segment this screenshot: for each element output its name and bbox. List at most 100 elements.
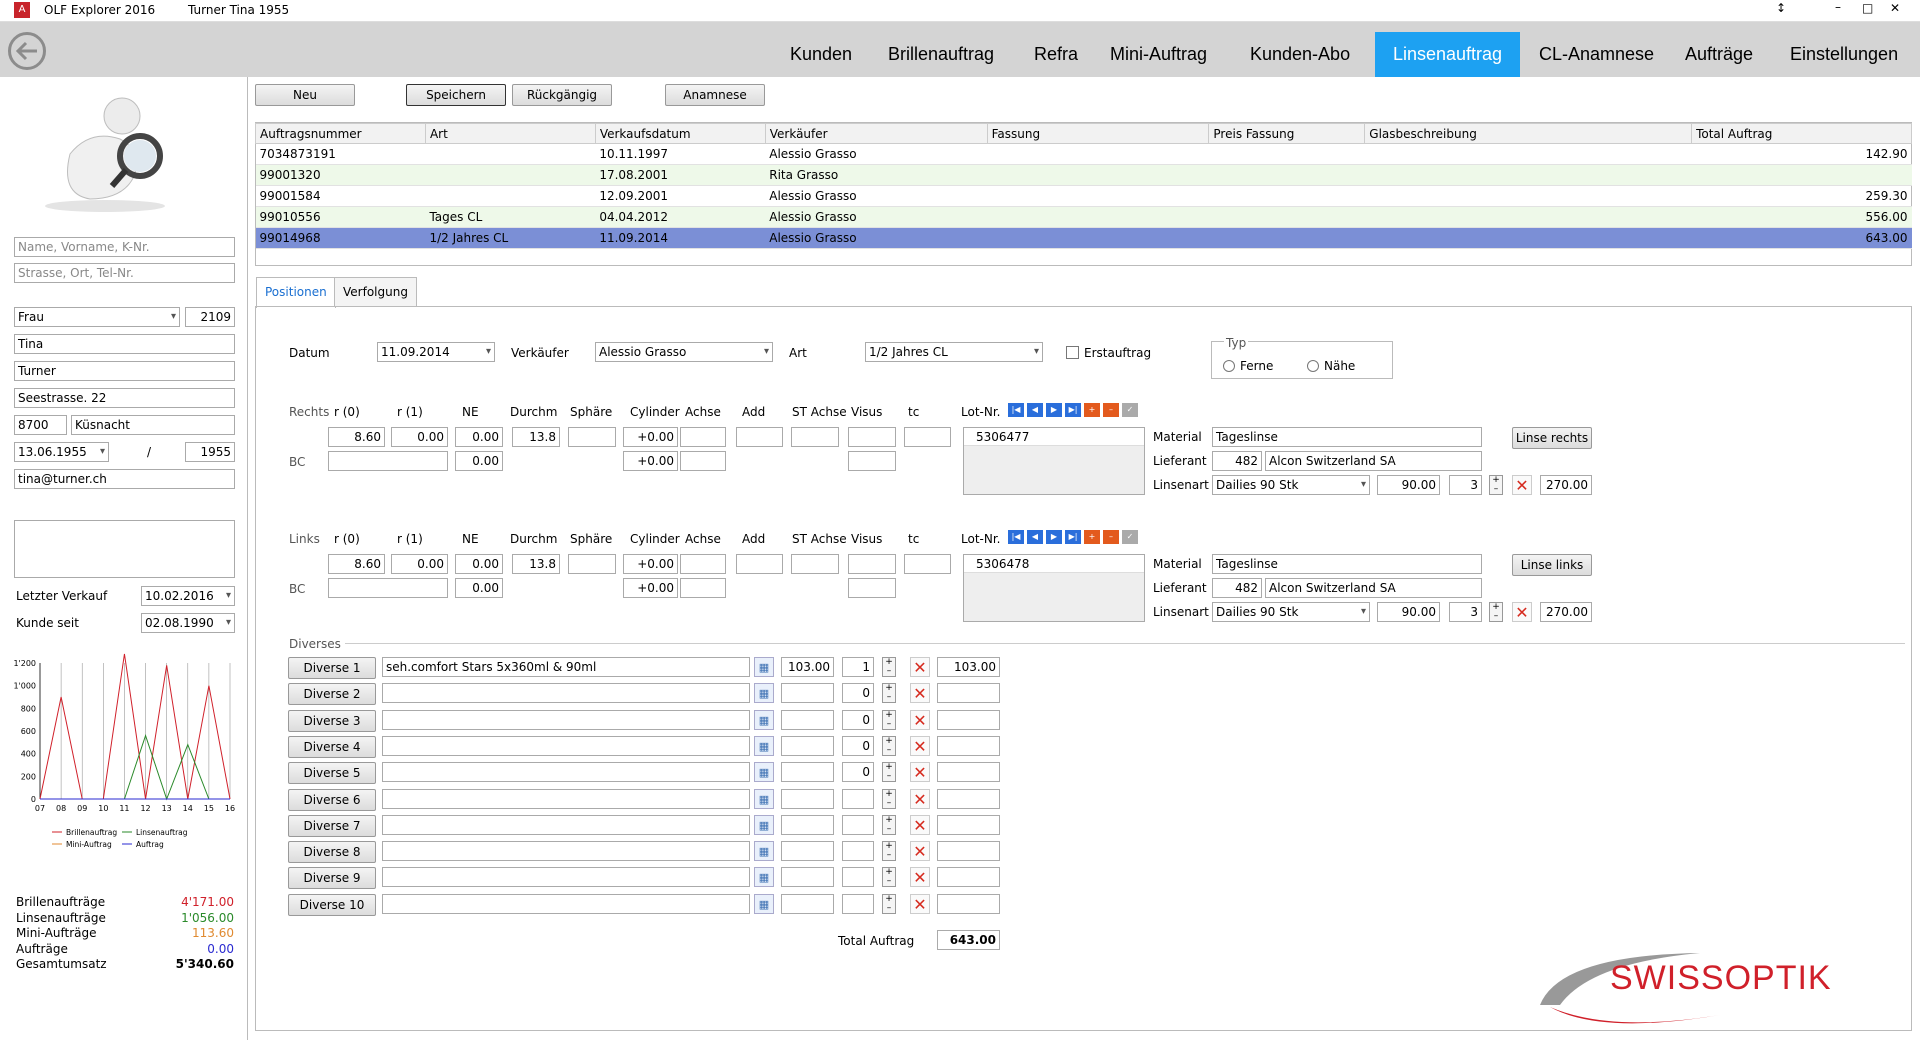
lot-next-icon[interactable]: ▶ <box>1046 403 1062 417</box>
diverse-button[interactable]: Diverse 9 <box>288 867 376 890</box>
delete-icon[interactable]: ✕ <box>910 893 930 914</box>
delete-icon[interactable]: ✕ <box>910 709 930 730</box>
rx-field[interactable]: +0.00 <box>623 427 678 447</box>
rx-field[interactable] <box>904 554 951 574</box>
diverse-qty-field[interactable] <box>842 788 874 809</box>
rx-field[interactable] <box>904 427 951 447</box>
lot-last-icon[interactable]: ▶| <box>1065 530 1081 544</box>
diverse-button[interactable]: Diverse 1 <box>288 657 376 679</box>
column-header[interactable]: Auftragsnummer <box>255 123 426 144</box>
lot-row[interactable]: 5306478 <box>964 555 1144 573</box>
rx-field[interactable]: 8.60 <box>328 427 385 447</box>
lens-price-field[interactable]: 90.00 <box>1377 475 1440 495</box>
diverse-price-field[interactable] <box>781 709 834 730</box>
nav-refra[interactable]: Refra <box>1022 32 1090 77</box>
tab-positionen[interactable]: Positionen <box>256 277 336 308</box>
column-header[interactable]: Total Auftrag <box>1691 123 1912 144</box>
date-select[interactable]: 11.09.2014 <box>377 342 495 362</box>
lot-first-icon[interactable]: |◀ <box>1008 403 1024 417</box>
bc-visus-field[interactable] <box>848 578 896 598</box>
email-field[interactable]: tina@turner.ch <box>14 469 235 489</box>
rx-field[interactable] <box>848 554 896 574</box>
qty-stepper-icon[interactable]: + – <box>882 788 896 809</box>
column-header[interactable]: Art <box>424 123 596 144</box>
type-select[interactable]: 1/2 Jahres CL <box>865 342 1043 362</box>
naehe-radio[interactable] <box>1307 360 1319 372</box>
bc-ne-field[interactable]: 0.00 <box>455 451 503 471</box>
rx-field[interactable]: 13.8 <box>512 554 560 574</box>
column-header[interactable]: Verkäufer <box>764 123 988 144</box>
rx-field[interactable] <box>791 554 839 574</box>
diverse-button[interactable]: Diverse 8 <box>288 841 376 864</box>
diverse-text-field[interactable] <box>382 683 750 704</box>
nav-kunden-abo[interactable]: Kunden-Abo <box>1238 32 1362 77</box>
nav-kunden[interactable]: Kunden <box>778 32 864 77</box>
diverse-button[interactable]: Diverse 7 <box>288 814 376 837</box>
diverse-price-field[interactable] <box>781 867 834 888</box>
diverse-price-field[interactable] <box>781 841 834 862</box>
diverse-price-field[interactable]: 103.00 <box>781 657 834 677</box>
article-lookup-icon[interactable]: ▦ <box>754 709 774 730</box>
table-row[interactable]: 7034873191 10.11.1997 Alessio Grasso 142.90 <box>255 143 1912 165</box>
qty-stepper-icon[interactable]: + – <box>882 814 896 835</box>
table-row[interactable]: 99014968 1/2 Jahres CL 11.09.2014 Alessio G… <box>255 227 1912 249</box>
customer-number-field[interactable]: 2109 <box>185 307 235 327</box>
tab-verfolgung[interactable]: Verfolgung <box>334 277 417 307</box>
anrede-select[interactable]: Frau <box>14 307 180 327</box>
zip-field[interactable]: 8700 <box>14 415 67 435</box>
delete-icon[interactable]: ✕ <box>910 762 930 783</box>
diverse-price-field[interactable] <box>781 893 834 914</box>
lens-type-select[interactable]: Dailies 90 Stk <box>1212 475 1370 495</box>
column-header[interactable]: Fassung <box>986 123 1210 144</box>
diverse-text-field[interactable]: seh.comfort Stars 5x360ml & 90ml <box>382 657 750 677</box>
diverse-text-field[interactable] <box>382 788 750 809</box>
lens-qty-field[interactable]: 3 <box>1449 475 1482 495</box>
qty-stepper-icon[interactable]: + – <box>882 893 896 914</box>
diverse-qty-field[interactable]: 0 <box>842 709 874 730</box>
lot-first-icon[interactable]: |◀ <box>1008 530 1024 544</box>
diverse-button[interactable]: Diverse 2 <box>288 683 376 706</box>
diverse-price-field[interactable] <box>781 814 834 835</box>
qty-stepper-icon[interactable]: + – <box>1489 475 1503 495</box>
supplier-number-field[interactable]: 482 <box>1212 451 1262 471</box>
rx-field[interactable] <box>736 554 783 574</box>
rx-field[interactable]: 0.00 <box>391 427 448 447</box>
delete-icon[interactable]: ✕ <box>1512 602 1532 622</box>
ferne-radio[interactable] <box>1223 360 1235 372</box>
lens-qty-field[interactable]: 3 <box>1449 602 1482 622</box>
qty-stepper-icon[interactable]: + – <box>882 762 896 783</box>
material-field[interactable]: Tageslinse <box>1212 427 1482 447</box>
lot-prev-icon[interactable]: ◀ <box>1027 530 1043 544</box>
firstname-field[interactable]: Tina <box>14 334 235 354</box>
bc-field[interactable] <box>328 451 448 471</box>
diverse-text-field[interactable] <box>382 841 750 862</box>
column-header[interactable]: Verkaufsdatum <box>594 123 766 144</box>
table-row[interactable]: 99001320 17.08.2001 Rita Grasso <box>255 164 1912 186</box>
right-lens-button[interactable]: Linse rechts <box>1512 427 1592 449</box>
lot-remove-icon[interactable]: – <box>1103 403 1119 417</box>
material-field[interactable]: Tageslinse <box>1212 554 1482 574</box>
delete-icon[interactable]: ✕ <box>910 735 930 756</box>
bc-axis-field[interactable] <box>680 578 726 598</box>
article-lookup-icon[interactable]: ▦ <box>754 657 774 677</box>
save-button[interactable]: Speichern <box>406 84 506 106</box>
lot-remove-icon[interactable]: – <box>1103 530 1119 544</box>
diverse-button[interactable]: Diverse 3 <box>288 709 376 732</box>
column-header[interactable]: Glasbeschreibung <box>1364 123 1693 144</box>
new-button[interactable]: Neu <box>255 84 355 106</box>
supplier-field[interactable]: Alcon Switzerland SA <box>1265 451 1482 471</box>
diverse-qty-field[interactable] <box>842 893 874 914</box>
left-lens-button[interactable]: Linse links <box>1512 554 1592 576</box>
column-header[interactable]: Preis Fassung <box>1208 123 1366 144</box>
delete-icon[interactable]: ✕ <box>910 683 930 704</box>
diverse-qty-field[interactable] <box>842 867 874 888</box>
first-order-checkbox[interactable] <box>1066 346 1079 359</box>
last-sale-date[interactable]: 10.02.2016 <box>141 586 235 606</box>
lot-row[interactable]: 5306477 <box>964 428 1144 446</box>
diverse-qty-field[interactable]: 1 <box>842 657 874 677</box>
article-lookup-icon[interactable]: ▦ <box>754 841 774 862</box>
customer-since-date[interactable]: 02.08.1990 <box>141 613 235 633</box>
delete-icon[interactable]: ✕ <box>1512 475 1532 495</box>
lot-next-icon[interactable]: ▶ <box>1046 530 1062 544</box>
resize-icon[interactable]: ↕ <box>1776 1 1786 15</box>
